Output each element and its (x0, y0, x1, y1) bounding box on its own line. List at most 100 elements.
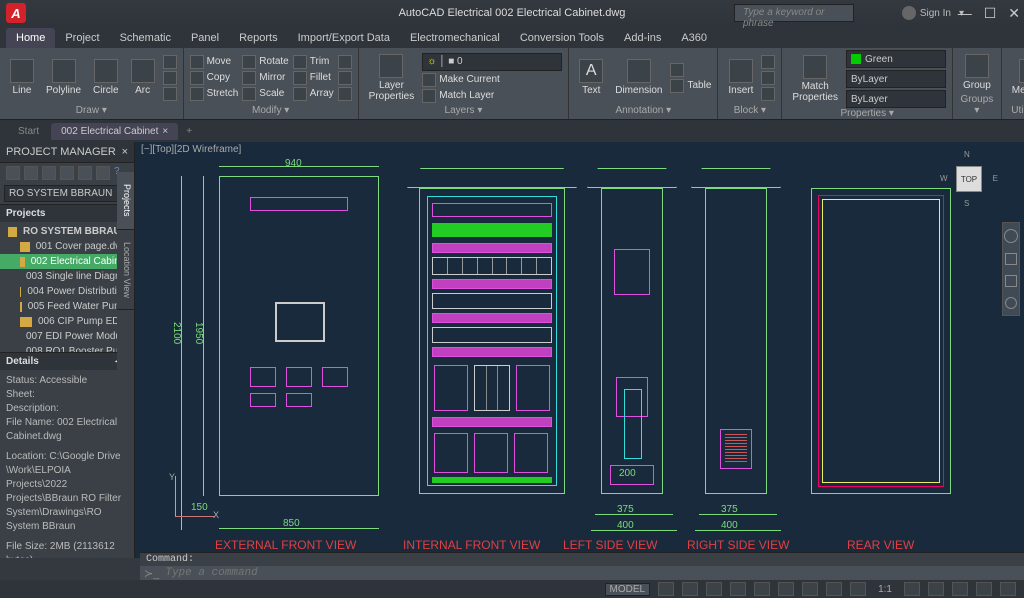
active-project-combo[interactable]: RO SYSTEM BBRAUN (4, 185, 130, 202)
tab-a360[interactable]: A360 (671, 28, 717, 48)
array-button[interactable]: Array (293, 87, 334, 101)
modify-extra-1[interactable] (338, 55, 352, 69)
orbit-icon[interactable] (1005, 297, 1017, 309)
doc-tab-add[interactable]: + (180, 123, 198, 140)
tree-item[interactable]: 008 RO1 Booster Pump (0, 344, 134, 352)
minimize-button[interactable]: — (958, 5, 972, 22)
modify-extra-3[interactable] (338, 87, 352, 101)
side-tab-location[interactable]: Location View (117, 230, 134, 311)
close-button[interactable]: ✕ (1008, 5, 1020, 22)
sb-grid-icon[interactable] (658, 582, 674, 596)
tree-item[interactable]: 007 EDI Power Module (0, 329, 134, 344)
stretch-button[interactable]: Stretch (190, 87, 239, 101)
projects-section-header[interactable]: Projects▾ (0, 204, 134, 222)
close-tab-icon[interactable]: × (162, 126, 168, 137)
command-input[interactable] (165, 567, 1020, 579)
scale-button[interactable]: Scale (242, 87, 288, 101)
doc-tab-start[interactable]: Start (8, 123, 49, 140)
tree-item[interactable]: 005 Feed Water Pump (0, 299, 134, 314)
details-section-header[interactable]: Details◂ ▸ (0, 352, 134, 370)
tab-schematic[interactable]: Schematic (110, 28, 181, 48)
lineweight-combo[interactable]: ByLayer (846, 70, 946, 88)
pan-icon[interactable] (1005, 253, 1017, 265)
sb-customize-icon[interactable] (1000, 582, 1016, 596)
polyline-button[interactable]: Polyline (42, 57, 85, 98)
fillet-button[interactable]: Fillet (293, 71, 334, 85)
move-button[interactable]: Move (190, 55, 239, 69)
trim-button[interactable]: Trim (293, 55, 334, 69)
arc-button[interactable]: Arc (127, 57, 159, 98)
pm-tool-3[interactable] (42, 166, 56, 180)
tab-conversion[interactable]: Conversion Tools (510, 28, 614, 48)
block-extra-1[interactable] (761, 55, 775, 69)
sb-lineweight-icon[interactable] (802, 582, 818, 596)
draw-extra-1[interactable] (163, 55, 177, 69)
sb-clean-icon[interactable] (976, 582, 992, 596)
tab-electromech[interactable]: Electromechanical (400, 28, 510, 48)
view-cube[interactable]: N S E W TOP (942, 152, 996, 206)
pm-tool-5[interactable] (78, 166, 92, 180)
sb-osnap-icon[interactable] (754, 582, 770, 596)
viewcube-south[interactable]: S (964, 199, 969, 208)
model-space-button[interactable]: MODEL (605, 583, 651, 596)
tree-item[interactable]: 006 CIP Pump EDI (0, 314, 134, 329)
steering-wheel-icon[interactable] (1004, 229, 1018, 243)
sb-snap-icon[interactable] (682, 582, 698, 596)
measure-button[interactable]: Measure (1008, 57, 1024, 98)
sb-cycling-icon[interactable] (850, 582, 866, 596)
dimension-button[interactable]: Dimension (611, 57, 666, 98)
qat-redo-icon[interactable] (124, 6, 138, 20)
line-button[interactable]: Line (6, 57, 38, 98)
draw-extra-2[interactable] (163, 71, 177, 85)
sb-scale[interactable]: 1:1 (874, 584, 896, 595)
help-search-input[interactable]: Type a keyword or phrase (734, 4, 854, 22)
color-combo[interactable]: Green (846, 50, 946, 68)
group-button[interactable]: Group (959, 52, 995, 93)
sign-in-area[interactable]: Sign In ▾ (902, 6, 964, 20)
circle-button[interactable]: Circle (89, 57, 123, 98)
qat-new-icon[interactable] (36, 6, 50, 20)
copy-button[interactable]: Copy (190, 71, 239, 85)
tree-item[interactable]: 001 Cover page.dwg (0, 239, 134, 254)
modify-extra-2[interactable] (338, 71, 352, 85)
tab-panel[interactable]: Panel (181, 28, 229, 48)
qat-save-icon[interactable] (80, 6, 94, 20)
viewcube-north[interactable]: N (964, 150, 970, 159)
viewport-label[interactable]: [−][Top][2D Wireframe] (141, 144, 241, 155)
qat-undo-icon[interactable] (102, 6, 116, 20)
rotate-button[interactable]: Rotate (242, 55, 288, 69)
pm-tool-2[interactable] (24, 166, 38, 180)
pm-tool-4[interactable] (60, 166, 74, 180)
side-tab-projects[interactable]: Projects (117, 172, 134, 230)
block-extra-3[interactable] (761, 87, 775, 101)
draw-extra-3[interactable] (163, 87, 177, 101)
leader-button[interactable] (670, 63, 711, 77)
tab-reports[interactable]: Reports (229, 28, 288, 48)
tree-item[interactable]: 003 Single line Diagram (0, 269, 134, 284)
doc-tab-active[interactable]: 002 Electrical Cabinet× (51, 123, 178, 140)
match-layer-button[interactable]: Match Layer (422, 89, 494, 103)
tree-item[interactable]: 004 Power Distribution (0, 284, 134, 299)
make-current-button[interactable]: Make Current (422, 73, 500, 87)
insert-button[interactable]: Insert (724, 57, 757, 98)
layer-properties-button[interactable]: Layer Properties (365, 52, 419, 104)
tab-import-export[interactable]: Import/Export Data (288, 28, 400, 48)
viewcube-east[interactable]: E (993, 174, 998, 183)
layer-combo[interactable]: ☼ │ ■ 0 (422, 53, 562, 71)
text-button[interactable]: AText (575, 57, 607, 98)
app-logo[interactable]: A (6, 3, 26, 23)
viewcube-face[interactable]: TOP (956, 166, 982, 192)
block-extra-2[interactable] (761, 71, 775, 85)
palette-close-icon[interactable]: × (122, 146, 128, 158)
sb-gear-icon[interactable] (904, 582, 920, 596)
drawing-canvas[interactable]: [−][Top][2D Wireframe] 940 2100 1950 150… (135, 142, 1024, 558)
tab-addins[interactable]: Add-ins (614, 28, 671, 48)
sb-polar-icon[interactable] (730, 582, 746, 596)
sb-hardware-icon[interactable] (952, 582, 968, 596)
sb-ortho-icon[interactable] (706, 582, 722, 596)
match-properties-button[interactable]: Match Properties (788, 53, 842, 105)
command-line[interactable]: ≻_ (140, 566, 1024, 580)
viewcube-west[interactable]: W (940, 174, 948, 183)
sb-isolate-icon[interactable] (928, 582, 944, 596)
zoom-extents-icon[interactable] (1005, 275, 1017, 287)
